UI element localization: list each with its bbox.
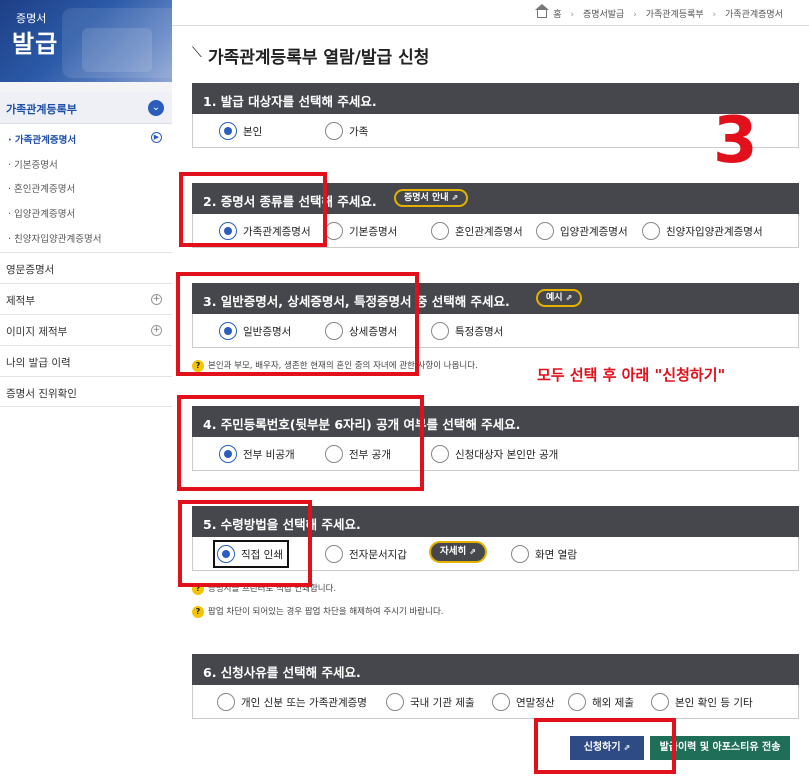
detail-button[interactable]: 자세히 ⇗ — [429, 541, 487, 563]
external-link-icon: ⇗ — [451, 193, 459, 202]
radio-label: 기본증명서 — [349, 226, 398, 238]
sidebar-item-marriage-cert[interactable]: · 혼인관계증명서 — [8, 181, 75, 195]
radio-button[interactable] — [511, 545, 529, 563]
radio-label: 가족 — [349, 126, 369, 138]
radio-button[interactable] — [431, 222, 449, 240]
annotation-box-section-5 — [178, 500, 312, 587]
detail-label: 자세히 — [440, 546, 467, 557]
radio-button[interactable] — [325, 122, 343, 140]
cert-guide-button[interactable]: 증명서 안내 ⇗ — [394, 189, 469, 207]
sidebar-item-adoption-cert[interactable]: · 입양관계증명서 — [8, 206, 75, 220]
breadcrumb-current: 가족관계증명서 — [725, 10, 783, 20]
annotation-step-number: 3 — [713, 104, 758, 178]
section-1-header: 1. 발급 대상자를 선택해 주세요. — [192, 83, 799, 114]
logo-big-text: 발급 — [12, 29, 59, 58]
page-title: 가족관계등록부 열람/발급 신청 — [208, 48, 430, 68]
radio-label: 본인 확인 등 기타 — [675, 697, 753, 709]
breadcrumb-separator: › — [712, 10, 717, 20]
radio-button[interactable] — [431, 445, 449, 463]
sidebar-menu-english-cert[interactable]: 영문증명서 — [0, 252, 172, 283]
radio-label: 특정증명서 — [455, 326, 504, 338]
section-title: 1. 발급 대상자를 선택해 주세요. — [203, 94, 377, 109]
radio-label: 화면 열람 — [535, 549, 577, 561]
section-5-note-2: ? 팝업 차단이 되어있는 경우 팝업 차단을 해제하여 주시기 바랍니다. — [192, 605, 443, 618]
service-logo[interactable]: 증명서 발급 — [0, 0, 172, 82]
radio-button[interactable] — [325, 222, 343, 240]
breadcrumb-home[interactable]: 홈 — [553, 10, 561, 20]
annotation-box-section-2 — [179, 172, 327, 247]
top-bar: 홈 › 증명서발급 › 가족관계등록부 › 가족관계증명서 — [172, 0, 809, 26]
section-1-options: 본인 가족 — [192, 114, 799, 148]
breadcrumb-item[interactable]: 가족관계등록부 — [646, 10, 704, 20]
radio-label: 전자문서지갑 — [349, 549, 407, 561]
annotation-box-section-3 — [176, 272, 419, 376]
sidebar-item-family-relation-cert[interactable]: · 가족관계증명서 — [8, 132, 76, 146]
sidebar-gap — [0, 82, 172, 92]
plus-icon[interactable]: + — [151, 294, 162, 305]
external-link-icon: ⇗ — [469, 547, 476, 556]
radio-label: 입양관계증명서 — [560, 226, 628, 238]
sidebar-item-basic-cert[interactable]: · 기본증명서 — [8, 157, 58, 171]
radio-button[interactable] — [642, 222, 660, 240]
radio-button[interactable] — [568, 693, 586, 711]
radio-button[interactable] — [536, 222, 554, 240]
plus-icon[interactable]: + — [151, 325, 162, 336]
radio-label: 연말정산 — [516, 697, 555, 709]
radio-label: 신청대상자 본인만 공개 — [455, 449, 559, 461]
sidebar-item-full-adoption-cert[interactable]: · 친양자입양관계증명서 — [8, 231, 101, 245]
logo-decoration-2 — [82, 28, 152, 72]
radio-button[interactable] — [325, 545, 343, 563]
sidebar-menu-my-history[interactable]: 나의 발급 이력 — [0, 345, 172, 376]
section-6-header: 6. 신청사유를 선택해 주세요. — [192, 654, 799, 685]
home-icon[interactable] — [535, 4, 550, 18]
sidebar-menu-label: 이미지 제적부 — [6, 326, 68, 338]
radio-button-selected[interactable] — [219, 122, 237, 140]
radio-button[interactable] — [386, 693, 404, 711]
sidebar-menu-label: 나의 발급 이력 — [6, 357, 71, 369]
breadcrumb-item[interactable]: 증명서발급 — [583, 10, 624, 20]
title-chevron-icon: ⟍ — [192, 45, 202, 61]
sidebar-section-label: 가족관계등록부 — [6, 103, 77, 116]
radio-label: 국내 기관 제출 — [410, 697, 475, 709]
annotation-instruction: 모두 선택 후 아래 "신청하기" — [537, 366, 726, 384]
breadcrumb-separator: › — [570, 10, 575, 20]
sidebar-menu-removed-register[interactable]: 제적부 + — [0, 283, 172, 314]
sidebar-menu-label: 증명서 진위확인 — [6, 388, 77, 400]
sidebar-section-family-registry[interactable]: 가족관계등록부 ⌄ — [0, 92, 172, 124]
section-title: 6. 신청사유를 선택해 주세요. — [203, 665, 361, 680]
external-link-icon: ⇗ — [565, 293, 573, 302]
sidebar-menu-verify[interactable]: 증명서 진위확인 — [0, 376, 172, 407]
radio-button[interactable] — [651, 693, 669, 711]
radio-label: 혼인관계증명서 — [455, 226, 523, 238]
annotation-box-apply — [534, 718, 676, 774]
example-button[interactable]: 예시 ⇗ — [536, 289, 583, 307]
sidebar-menu-label: 영문증명서 — [6, 264, 55, 276]
radio-label: 본인 — [243, 126, 263, 138]
sidebar-menu-label: 제적부 — [6, 295, 35, 307]
breadcrumb-separator: › — [633, 10, 637, 20]
radio-label: 개인 신분 또는 가족관계증명 — [241, 697, 367, 709]
chevron-right-icon: ▶ — [151, 132, 162, 143]
question-icon: ? — [192, 606, 204, 618]
radio-label: 해외 제출 — [592, 697, 634, 709]
example-label: 예시 — [546, 293, 563, 303]
guide-label: 증명서 안내 — [404, 193, 449, 203]
main-content: 홈 › 증명서발급 › 가족관계등록부 › 가족관계증명서 ⟍ 가족관계등록부 … — [172, 0, 809, 779]
radio-button[interactable] — [492, 693, 510, 711]
radio-button[interactable] — [431, 322, 449, 340]
sidebar-menu-image-register[interactable]: 이미지 제적부 + — [0, 314, 172, 345]
note-text: 팝업 차단이 되어있는 경우 팝업 차단을 해제하여 주시기 바랍니다. — [208, 607, 444, 617]
radio-label: 친양자입양관계증명서 — [666, 226, 763, 238]
radio-button[interactable] — [217, 693, 235, 711]
sidebar: 증명서 발급 가족관계등록부 ⌄ · 가족관계증명서 ▶ · 기본증명서 · 혼… — [0, 0, 172, 779]
chevron-down-icon[interactable]: ⌄ — [148, 100, 164, 116]
breadcrumb: 홈 › 증명서발급 › 가족관계등록부 › 가족관계증명서 — [535, 4, 783, 20]
annotation-box-section-4 — [177, 395, 424, 491]
section-6-options: 개인 신분 또는 가족관계증명 국내 기관 제출 연말정산 해외 제출 본인 확… — [192, 685, 799, 719]
